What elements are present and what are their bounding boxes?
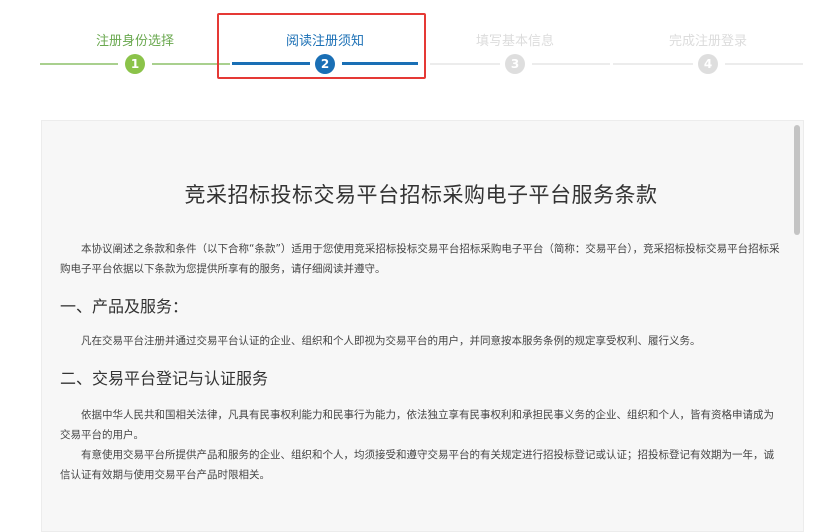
step-identity-selection[interactable]: 注册身份选择 1 bbox=[40, 0, 230, 95]
terms-scrollbar[interactable] bbox=[791, 121, 803, 531]
terms-intro-paragraph: 本协议阐述之条款和条件（以下合称“条款”）适用于您使用竞采招标投标交易平台招标采… bbox=[60, 243, 780, 275]
step-number-badge: 4 bbox=[698, 54, 718, 74]
step-label: 完成注册登录 bbox=[668, 34, 747, 49]
terms-title: 竞采招标投标交易平台招标采购电子平台服务条款 bbox=[184, 183, 658, 207]
step-number-badge: 1 bbox=[125, 54, 145, 74]
registration-stepper: 注册身份选择 1 阅读注册须知 2 填写基本信息 3 完成注册登录 4 bbox=[0, 0, 831, 95]
section-products-services-title: 一、产品及服务： bbox=[60, 297, 189, 316]
section-registration-certification-title: 二、交易平台登记与认证服务 bbox=[60, 369, 269, 388]
step-complete-registration[interactable]: 完成注册登录 4 bbox=[613, 0, 803, 95]
terms-panel[interactable]: 竞采招标投标交易平台招标采购电子平台服务条款 本协议阐述之条款和条件（以下合称“… bbox=[41, 120, 804, 532]
step-label: 注册身份选择 bbox=[95, 34, 174, 49]
step-label: 填写基本信息 bbox=[475, 34, 554, 49]
step-line-right bbox=[532, 63, 610, 65]
step-line-right bbox=[725, 63, 803, 65]
step-line-left bbox=[430, 63, 500, 65]
step-line-left bbox=[613, 63, 693, 65]
active-step-highlight bbox=[217, 13, 426, 79]
step-fill-basic-info[interactable]: 填写基本信息 3 bbox=[420, 0, 610, 95]
step-number-badge: 3 bbox=[505, 54, 525, 74]
section-registration-validity-text: 有意使用交易平台所提供产品和服务的企业、组织和个人，均须接受和遵守交易平台的有关… bbox=[60, 449, 774, 481]
scrollbar-thumb[interactable] bbox=[794, 125, 800, 235]
section-products-services-text: 凡在交易平台注册并通过交易平台认证的企业、组织和个人即视为交易平台的用户，并同意… bbox=[81, 335, 701, 347]
terms-content: 竞采招标投标交易平台招标采购电子平台服务条款 本协议阐述之条款和条件（以下合称“… bbox=[60, 121, 782, 485]
section-registration-eligibility-text: 依据中华人民共和国相关法律，凡具有民事权利能力和民事行为能力，依法独立享有民事权… bbox=[60, 409, 774, 441]
step-line-left bbox=[40, 63, 118, 65]
